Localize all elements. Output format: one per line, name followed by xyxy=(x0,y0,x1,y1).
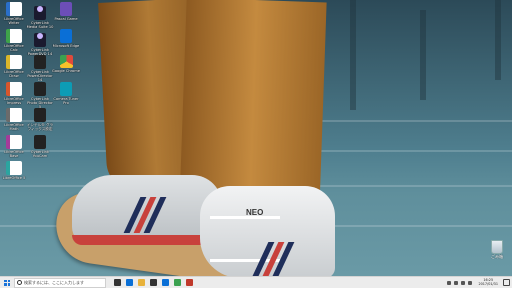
start-button[interactable] xyxy=(1,277,13,288)
desktop-shortcut[interactable]: CyberLink Media Suite 10 xyxy=(26,2,54,29)
desktop-shortcut-label: Camera Tuner Pro xyxy=(53,96,79,105)
taskbar-pinned-app[interactable] xyxy=(112,277,122,288)
desktop-shortcut-label: Google Chrome xyxy=(52,69,80,73)
desktop-shortcut-label: LibreOffice Impress xyxy=(4,96,24,105)
wallpaper-post xyxy=(495,0,501,80)
desktop-shortcut-label: CyberLink YouCam xyxy=(31,149,49,158)
taskbar-pinned-app[interactable] xyxy=(136,277,146,288)
libreoffice-icon xyxy=(6,161,22,175)
google-chrome-icon xyxy=(59,55,73,68)
windows-logo-icon xyxy=(4,279,10,286)
media-icon xyxy=(185,279,193,286)
task-view-icon xyxy=(113,279,121,286)
desktop-shortcut[interactable]: Pascal Game xyxy=(52,2,80,21)
taskbar-search-box[interactable]: 検索するには、ここに入力します xyxy=(14,277,106,288)
desktop-shortcut[interactable]: インテル® グラフィックス設定 xyxy=(26,108,54,131)
desktop-shortcut[interactable]: CyberLink PowerDVD 14 xyxy=(26,29,54,56)
recycle-bin-icon xyxy=(491,240,503,254)
desktop-shortcut[interactable]: LibreOffice Math xyxy=(0,108,28,131)
search-placeholder: 検索するには、ここに入力します xyxy=(24,279,84,285)
microsoft-edge-icon xyxy=(60,28,72,43)
desktop: NEO LibreOffice Writer CyberLink Media Su… xyxy=(0,0,512,276)
libreoffice-math-icon xyxy=(6,108,22,122)
desktop-shortcut-label: LibreOffice Writer xyxy=(4,17,24,25)
clock-date: 2017/01/31 xyxy=(478,281,498,286)
libreoffice-calc-icon xyxy=(6,28,22,43)
desktop-shortcut-label: CyberLink PowerDirector 14 xyxy=(27,70,53,82)
edge-taskbar-icon xyxy=(125,279,133,286)
ime-icon[interactable] xyxy=(468,280,473,285)
desktop-shortcut[interactable]: LibreOffice Base xyxy=(0,134,28,158)
taskbar-pinned-app[interactable] xyxy=(148,277,158,288)
recycle-bin[interactable]: ごみ箱 xyxy=(484,240,510,260)
store-icon xyxy=(149,279,157,286)
desktop-shortcut[interactable]: CyberLink YouCam xyxy=(26,134,54,158)
wallpaper-post xyxy=(350,0,356,110)
libreoffice-writer-icon xyxy=(6,2,22,16)
taskbar-clock[interactable]: 16:25 2017/01/31 xyxy=(478,278,498,287)
file-explorer-icon xyxy=(137,279,145,286)
taskbar-pinned-app[interactable] xyxy=(184,277,194,288)
mail-icon xyxy=(161,279,169,286)
camera-app-icon xyxy=(60,81,72,96)
volume-icon[interactable] xyxy=(461,280,466,285)
pascal-game-icon xyxy=(60,2,72,16)
desktop-shortcut-label: LibreOffice Calc xyxy=(4,43,24,52)
wallpaper-right-shoe xyxy=(200,186,335,276)
desktop-shortcut[interactable]: LibreOffice Draw xyxy=(0,55,28,78)
libreoffice-base-icon xyxy=(6,134,22,149)
network-icon[interactable] xyxy=(454,280,459,285)
cyberlink-powerdirector-icon xyxy=(34,55,46,69)
shoe-lace xyxy=(210,216,280,262)
system-tray: 16:25 2017/01/31 xyxy=(410,277,510,288)
taskbar-pinned-app[interactable] xyxy=(172,277,182,288)
wallpaper-post xyxy=(420,10,426,100)
desktop-shortcut[interactable]: Google Chrome xyxy=(52,55,80,73)
desktop-shortcut[interactable]: LibreOffice 5 xyxy=(0,161,28,180)
cyberlink-powerdvd-icon xyxy=(34,32,46,47)
search-icon xyxy=(17,280,22,285)
cyberlink-app-icon xyxy=(34,108,46,122)
desktop-shortcut[interactable]: LibreOffice Impress xyxy=(0,81,28,105)
recycle-bin-label: ごみ箱 xyxy=(491,254,503,259)
desktop-shortcut[interactable]: Microsoft Edge xyxy=(52,28,80,48)
wallpaper-shoe-logo: NEO xyxy=(246,208,264,217)
libreoffice-impress-icon xyxy=(6,81,22,96)
desktop-shortcut-label: CyberLink Photo Director 5 xyxy=(27,96,53,109)
cyberlink-photodirector-icon xyxy=(34,81,46,96)
desktop-shortcut-label: LibreOffice Base xyxy=(4,149,24,158)
taskbar-pinned-app[interactable] xyxy=(160,277,170,288)
libreoffice-draw-icon xyxy=(6,55,22,69)
chrome-taskbar-icon xyxy=(173,279,181,286)
desktop-shortcut-label: LibreOffice Draw xyxy=(4,70,24,78)
desktop-shortcut[interactable]: CyberLink Photo Director 5 xyxy=(26,81,54,109)
desktop-shortcut[interactable]: Camera Tuner Pro xyxy=(52,81,80,105)
desktop-shortcut[interactable]: LibreOffice Writer xyxy=(0,2,28,25)
cyberlink-media-suite-icon xyxy=(34,6,46,20)
desktop-shortcut[interactable]: CyberLink PowerDirector 14 xyxy=(26,55,54,82)
taskbar: 検索するには、ここに入力します 16:25 2017/01/31 xyxy=(0,276,512,288)
desktop-shortcut-label: Microsoft Edge xyxy=(52,43,80,48)
taskbar-pinned-app[interactable] xyxy=(124,277,134,288)
desktop-shortcut-label: Pascal Game xyxy=(54,17,78,21)
desktop-shortcut-label: インテル® グラフィックス設定 xyxy=(26,123,54,131)
desktop-shortcut[interactable]: LibreOffice Calc xyxy=(0,28,28,52)
notification-icon[interactable] xyxy=(503,279,510,286)
desktop-shortcut-label: LibreOffice Math xyxy=(4,123,24,131)
cyberlink-youcam-icon xyxy=(34,134,46,149)
chevron-up-icon[interactable] xyxy=(447,280,452,285)
desktop-shortcut-label: LibreOffice 5 xyxy=(2,176,26,180)
